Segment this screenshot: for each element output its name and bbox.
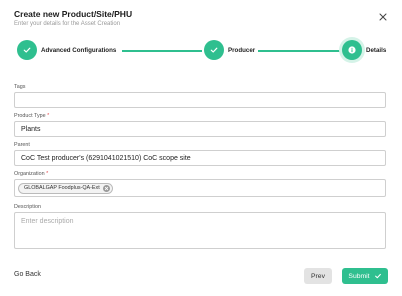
organization-chip: GLOBALGAP Foodplus-QA-Ext <box>18 182 113 194</box>
step-label: Advanced Configurations <box>41 46 117 54</box>
description-textarea[interactable]: Enter description <box>14 212 386 249</box>
description-field: Description Enter description <box>14 204 386 249</box>
check-icon <box>17 40 37 60</box>
required-mark: * <box>46 171 49 177</box>
check-icon <box>374 273 381 279</box>
chip-label: GLOBALGAP Foodplus-QA-Ext <box>24 185 100 191</box>
stepper-connector-1 <box>122 50 202 52</box>
parent-field: Parent CoC Test producer's (629104102151… <box>14 142 386 166</box>
organization-field: Organization * GLOBALGAP Foodplus-QA-Ext <box>14 171 386 197</box>
go-back-button[interactable]: Go Back <box>14 271 41 278</box>
step-label: Details <box>366 46 387 54</box>
close-icon[interactable] <box>378 9 388 21</box>
tags-field: Tags <box>14 84 386 108</box>
step-details[interactable]: Details <box>342 40 386 60</box>
required-mark: * <box>47 113 50 119</box>
product-type-label: Product Type * <box>14 113 50 119</box>
submit-button[interactable]: Submit <box>342 268 388 284</box>
close-circle-icon[interactable] <box>102 184 110 192</box>
step-label: Producer <box>228 46 256 54</box>
organization-select[interactable]: GLOBALGAP Foodplus-QA-Ext <box>14 179 386 197</box>
dialog-title: Create new Product/Site/PHU <box>14 9 133 19</box>
parent-label: Parent <box>14 142 30 148</box>
submit-label: Submit <box>348 272 370 280</box>
dialog-header: Create new Product/Site/PHU Enter your d… <box>14 9 388 28</box>
check-icon <box>204 40 224 60</box>
description-label: Description <box>14 204 41 210</box>
product-type-field: Product Type * Plants <box>14 113 386 137</box>
progress-stepper: Advanced Configurations Producer Details <box>14 40 388 62</box>
organization-label: Organization * <box>14 171 49 177</box>
product-type-input[interactable]: Plants <box>14 121 386 137</box>
tags-label: Tags <box>14 84 26 90</box>
parent-input[interactable]: CoC Test producer's (6291041021510) CoC … <box>14 150 386 166</box>
step-producer[interactable]: Producer <box>204 40 255 60</box>
stepper-connector-2 <box>258 50 340 52</box>
dialog-subtitle: Enter your details for the Asset Creatio… <box>14 21 121 27</box>
prev-button[interactable]: Prev <box>304 268 332 284</box>
tags-input[interactable] <box>14 92 386 108</box>
info-icon <box>342 40 362 60</box>
description-placeholder: Enter description <box>21 218 74 225</box>
step-advanced-configurations[interactable]: Advanced Configurations <box>17 40 116 60</box>
dialog-footer: Go Back Prev Submit <box>14 268 388 284</box>
